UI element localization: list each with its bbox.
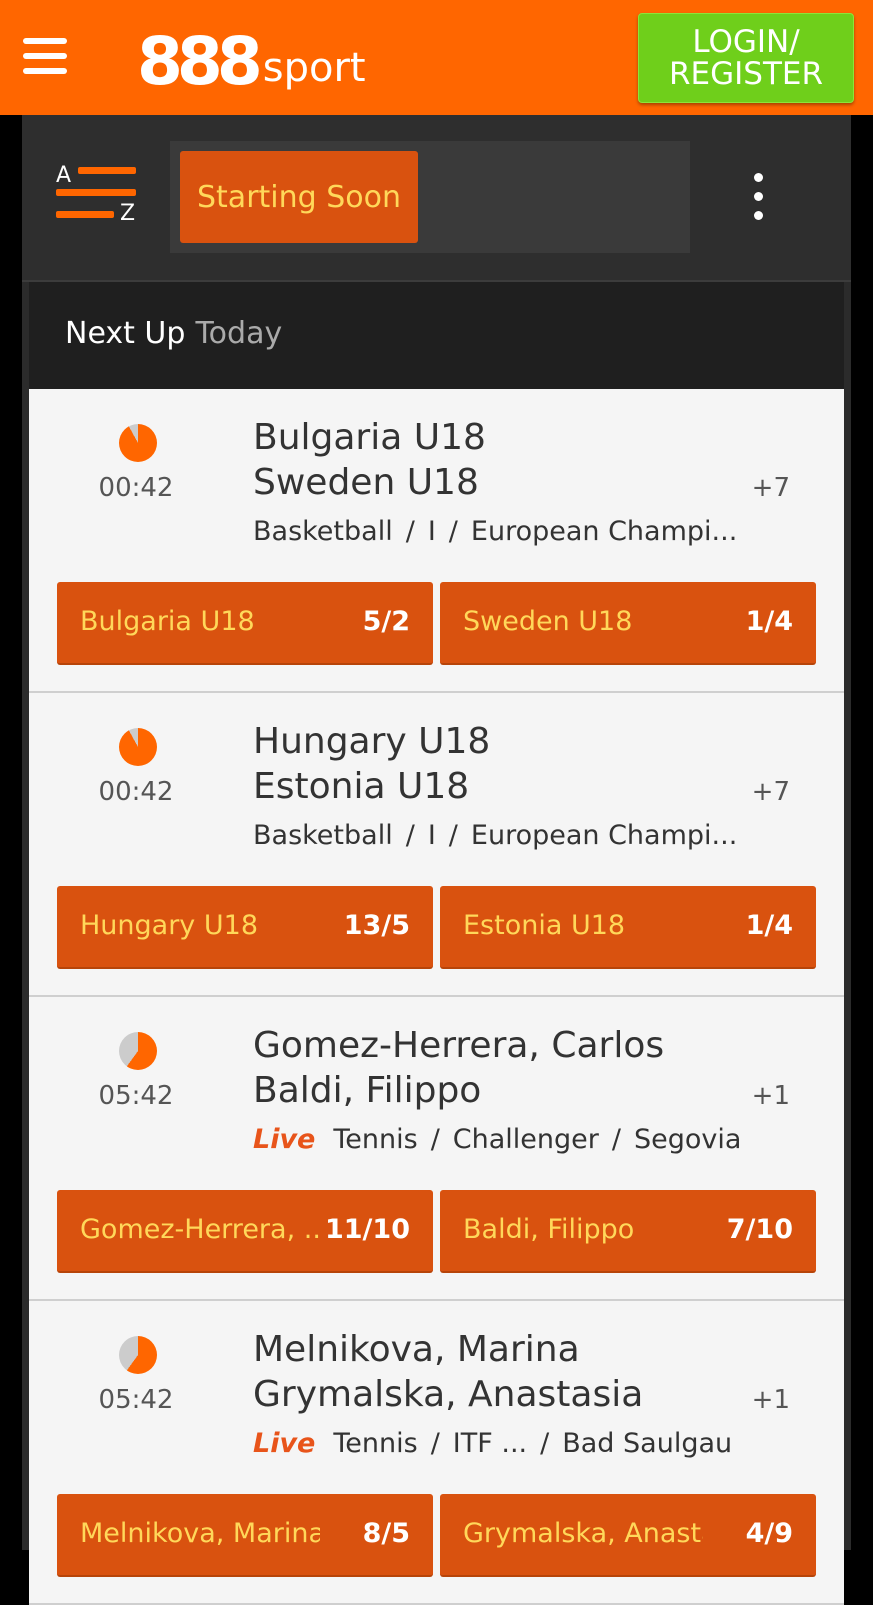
event-meta: Basketball / I / European Champi...	[253, 820, 738, 851]
clock-icon	[119, 1032, 157, 1070]
team-b-name: Baldi, Filippo	[253, 1070, 482, 1111]
competition-name: Bad Saulgau	[562, 1428, 733, 1459]
event-meta: Live Tennis / ITF ... / Bad Saulgau	[253, 1428, 733, 1459]
event-card[interactable]: 05:42 Melnikova, Marina Grymalska, Anast…	[29, 1301, 844, 1605]
odds-price: 7/10	[726, 1214, 793, 1245]
region-name: I	[427, 516, 436, 547]
more-markets-count[interactable]: +7	[752, 777, 790, 807]
odds-price: 13/5	[343, 910, 410, 941]
odds-selection-name: Gomez-Herrera, ...	[80, 1214, 320, 1245]
team-b-name: Sweden U18	[253, 462, 479, 503]
team-b-name: Estonia U18	[253, 766, 470, 807]
register-label: REGISTER	[668, 56, 824, 92]
odds-selection-name: Grymalska, Anastasia	[463, 1518, 703, 1549]
event-list: 00:42 Bulgaria U18 Sweden U18 +7 Basketb…	[29, 389, 844, 1605]
odds-selection-name: Baldi, Filippo	[463, 1214, 635, 1245]
odds-price: 8/5	[362, 1518, 410, 1549]
odds-selection-name: Hungary U18	[80, 910, 258, 941]
top-bar: 888 sport LOGIN/ REGISTER	[0, 0, 873, 115]
competition-name: Segovia	[634, 1124, 742, 1155]
section-title: Next Up	[65, 316, 186, 351]
more-markets-count[interactable]: +1	[752, 1385, 790, 1415]
team-b-name: Grymalska, Anastasia	[253, 1374, 644, 1415]
odds-price: 11/10	[324, 1214, 410, 1245]
region-name: ITF ...	[452, 1428, 528, 1459]
tab-starting-soon[interactable]: Starting Soon	[180, 151, 418, 243]
event-card[interactable]: 00:42 Bulgaria U18 Sweden U18 +7 Basketb…	[29, 389, 844, 693]
team-a-name: Melnikova, Marina	[253, 1329, 580, 1370]
section-header: Next Up Today	[29, 282, 844, 389]
event-meta: Live Tennis / Challenger / Segovia	[253, 1124, 742, 1155]
region-name: I	[427, 820, 436, 851]
live-badge: Live	[253, 1428, 316, 1459]
odds-selection-name: Bulgaria U18	[80, 606, 255, 637]
competition-name: European Champi...	[470, 516, 738, 547]
login-register-button[interactable]: LOGIN/ REGISTER	[638, 13, 854, 103]
odds-selection-name: Melnikova, Marina	[80, 1518, 320, 1549]
content-panel: A Z Starting Soon Next Up Today 00:42 Bul…	[22, 115, 851, 1605]
more-options-icon[interactable]	[749, 173, 769, 225]
team-a-name: Bulgaria U18	[253, 417, 486, 458]
clock-icon	[119, 1336, 157, 1374]
sort-letter-z: Z	[120, 201, 136, 226]
region-name: Challenger	[452, 1124, 599, 1155]
event-time: 05:42	[98, 1385, 174, 1415]
team-a-name: Gomez-Herrera, Carlos	[253, 1025, 665, 1066]
login-label: LOGIN/	[692, 24, 800, 60]
odds-selection-name: Estonia U18	[463, 910, 626, 941]
sort-az-icon[interactable]: A Z	[56, 163, 138, 226]
odds-button-away[interactable]: Sweden U18 1/4	[440, 582, 816, 665]
logo-number: 888	[137, 23, 263, 100]
event-card[interactable]: 00:42 Hungary U18 Estonia U18 +7 Basketb…	[29, 693, 844, 997]
logo[interactable]: 888 sport	[137, 18, 366, 98]
live-badge: Live	[253, 1124, 316, 1155]
filter-toolbar: A Z Starting Soon	[22, 115, 851, 282]
odds-button-home[interactable]: Gomez-Herrera, ... 11/10	[57, 1190, 433, 1273]
menu-icon[interactable]	[23, 38, 67, 74]
event-time: 00:42	[98, 777, 174, 807]
odds-button-away[interactable]: Estonia U18 1/4	[440, 886, 816, 969]
odds-button-home[interactable]: Bulgaria U18 5/2	[57, 582, 433, 665]
section-subtitle: Today	[195, 316, 283, 351]
odds-price: 1/4	[745, 606, 793, 637]
odds-price: 5/2	[362, 606, 410, 637]
event-time: 05:42	[98, 1081, 174, 1111]
odds-button-home[interactable]: Melnikova, Marina 8/5	[57, 1494, 433, 1577]
sport-name: Basketball	[253, 820, 393, 851]
odds-price: 1/4	[745, 910, 793, 941]
sport-name: Tennis	[333, 1428, 418, 1459]
event-card[interactable]: 05:42 Gomez-Herrera, Carlos Baldi, Filip…	[29, 997, 844, 1301]
more-markets-count[interactable]: +1	[752, 1081, 790, 1111]
logo-word: sport	[262, 45, 366, 91]
team-a-name: Hungary U18	[253, 721, 491, 762]
sport-name: Basketball	[253, 516, 393, 547]
filter-tabs: Starting Soon	[170, 141, 690, 253]
odds-button-home[interactable]: Hungary U18 13/5	[57, 886, 433, 969]
odds-button-away[interactable]: Grymalska, Anastasia 4/9	[440, 1494, 816, 1577]
event-time: 00:42	[98, 473, 174, 503]
more-markets-count[interactable]: +7	[752, 473, 790, 503]
competition-name: European Champi...	[470, 820, 738, 851]
event-meta: Basketball / I / European Champi...	[253, 516, 738, 547]
clock-icon	[119, 424, 157, 462]
odds-button-away[interactable]: Baldi, Filippo 7/10	[440, 1190, 816, 1273]
odds-selection-name: Sweden U18	[463, 606, 633, 637]
sort-letter-a: A	[56, 163, 72, 188]
clock-icon	[119, 728, 157, 766]
odds-price: 4/9	[745, 1518, 793, 1549]
sport-name: Tennis	[333, 1124, 418, 1155]
